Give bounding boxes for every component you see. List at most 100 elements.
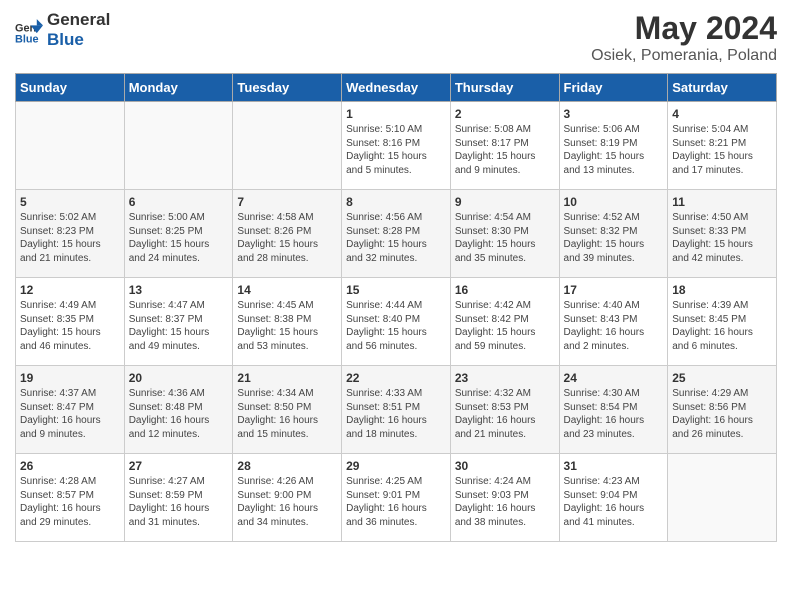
day-number: 22 [346,371,446,385]
day-number: 19 [20,371,120,385]
header-sunday: Sunday [16,74,125,102]
cell-info: Sunrise: 4:58 AM Sunset: 8:26 PM Dayligh… [237,211,337,265]
logo-line1: General [47,10,110,30]
cell-info: Sunrise: 4:39 AM Sunset: 8:45 PM Dayligh… [672,299,772,353]
cell-1-6: 3 Sunrise: 5:06 AM Sunset: 8:19 PM Daylig… [559,102,668,190]
cell-info: Sunrise: 5:02 AM Sunset: 8:23 PM Dayligh… [20,211,120,265]
day-number: 7 [237,195,337,209]
cell-1-2 [124,102,233,190]
cell-info: Sunrise: 4:23 AM Sunset: 9:04 PM Dayligh… [564,475,664,529]
cell-5-7 [668,454,777,542]
day-number: 1 [346,107,446,121]
subtitle: Osiek, Pomerania, Poland [591,47,777,65]
cell-info: Sunrise: 4:27 AM Sunset: 8:59 PM Dayligh… [129,475,229,529]
week-row-4: 19 Sunrise: 4:37 AM Sunset: 8:47 PM Dayli… [16,366,777,454]
cell-1-5: 2 Sunrise: 5:08 AM Sunset: 8:17 PM Daylig… [450,102,559,190]
day-number: 27 [129,459,229,473]
cell-4-7: 25 Sunrise: 4:29 AM Sunset: 8:56 PM Dayli… [668,366,777,454]
cell-info: Sunrise: 5:10 AM Sunset: 8:16 PM Dayligh… [346,123,446,177]
cell-info: Sunrise: 5:08 AM Sunset: 8:17 PM Dayligh… [455,123,555,177]
cell-1-7: 4 Sunrise: 5:04 AM Sunset: 8:21 PM Daylig… [668,102,777,190]
day-number: 30 [455,459,555,473]
logo-icon: Gen Blue [15,16,43,44]
day-number: 26 [20,459,120,473]
cell-3-1: 12 Sunrise: 4:49 AM Sunset: 8:35 PM Dayli… [16,278,125,366]
day-number: 8 [346,195,446,209]
day-number: 23 [455,371,555,385]
cell-2-6: 10Sunrise: 4:52 AM Sunset: 8:32 PM Dayli… [559,190,668,278]
cell-info: Sunrise: 4:29 AM Sunset: 8:56 PM Dayligh… [672,387,772,441]
cell-5-2: 27 Sunrise: 4:27 AM Sunset: 8:59 PM Dayli… [124,454,233,542]
cell-info: Sunrise: 4:25 AM Sunset: 9:01 PM Dayligh… [346,475,446,529]
cell-info: Sunrise: 4:33 AM Sunset: 8:51 PM Dayligh… [346,387,446,441]
header-thursday: Thursday [450,74,559,102]
day-number: 5 [20,195,120,209]
day-number: 6 [129,195,229,209]
cell-4-4: 22 Sunrise: 4:33 AM Sunset: 8:51 PM Dayli… [342,366,451,454]
cell-info: Sunrise: 4:44 AM Sunset: 8:40 PM Dayligh… [346,299,446,353]
cell-info: Sunrise: 4:42 AM Sunset: 8:42 PM Dayligh… [455,299,555,353]
logo-line2: Blue [47,30,110,50]
day-number: 12 [20,283,120,297]
logo: Gen Blue General Blue [15,10,110,51]
cell-info: Sunrise: 4:37 AM Sunset: 8:47 PM Dayligh… [20,387,120,441]
header-monday: Monday [124,74,233,102]
cell-info: Sunrise: 4:32 AM Sunset: 8:53 PM Dayligh… [455,387,555,441]
cell-info: Sunrise: 4:40 AM Sunset: 8:43 PM Dayligh… [564,299,664,353]
cell-info: Sunrise: 4:56 AM Sunset: 8:28 PM Dayligh… [346,211,446,265]
day-number: 25 [672,371,772,385]
header-friday: Friday [559,74,668,102]
cell-4-2: 20 Sunrise: 4:36 AM Sunset: 8:48 PM Dayli… [124,366,233,454]
cell-2-4: 8 Sunrise: 4:56 AM Sunset: 8:28 PM Daylig… [342,190,451,278]
cell-info: Sunrise: 4:50 AM Sunset: 8:33 PM Dayligh… [672,211,772,265]
cell-5-3: 28Sunrise: 4:26 AM Sunset: 9:00 PM Dayli… [233,454,342,542]
day-number: 9 [455,195,555,209]
cell-4-1: 19 Sunrise: 4:37 AM Sunset: 8:47 PM Dayli… [16,366,125,454]
cell-info: Sunrise: 4:49 AM Sunset: 8:35 PM Dayligh… [20,299,120,353]
day-number: 14 [237,283,337,297]
cell-info: Sunrise: 4:45 AM Sunset: 8:38 PM Dayligh… [237,299,337,353]
header-wednesday: Wednesday [342,74,451,102]
cell-info: Sunrise: 4:47 AM Sunset: 8:37 PM Dayligh… [129,299,229,353]
day-number: 29 [346,459,446,473]
header-saturday: Saturday [668,74,777,102]
cell-info: Sunrise: 4:28 AM Sunset: 8:57 PM Dayligh… [20,475,120,529]
cell-4-5: 23 Sunrise: 4:32 AM Sunset: 8:53 PM Dayli… [450,366,559,454]
week-row-1: 1 Sunrise: 5:10 AM Sunset: 8:16 PM Daylig… [16,102,777,190]
day-number: 31 [564,459,664,473]
day-number: 28 [237,459,337,473]
day-number: 20 [129,371,229,385]
cell-4-6: 24 Sunrise: 4:30 AM Sunset: 8:54 PM Dayli… [559,366,668,454]
day-number: 2 [455,107,555,121]
cell-info: Sunrise: 4:30 AM Sunset: 8:54 PM Dayligh… [564,387,664,441]
cell-2-2: 6Sunrise: 5:00 AM Sunset: 8:25 PM Daylig… [124,190,233,278]
day-number: 16 [455,283,555,297]
cell-info: Sunrise: 4:54 AM Sunset: 8:30 PM Dayligh… [455,211,555,265]
cell-info: Sunrise: 5:04 AM Sunset: 8:21 PM Dayligh… [672,123,772,177]
day-number: 24 [564,371,664,385]
day-number: 11 [672,195,772,209]
cell-5-1: 26 Sunrise: 4:28 AM Sunset: 8:57 PM Dayli… [16,454,125,542]
cell-5-4: 29 Sunrise: 4:25 AM Sunset: 9:01 PM Dayli… [342,454,451,542]
calendar-table: SundayMondayTuesdayWednesdayThursdayFrid… [15,73,777,542]
title-block: May 2024 Osiek, Pomerania, Poland [591,10,777,65]
cell-5-6: 31 Sunrise: 4:23 AM Sunset: 9:04 PM Dayli… [559,454,668,542]
day-number: 4 [672,107,772,121]
cell-1-1 [16,102,125,190]
cell-3-5: 16 Sunrise: 4:42 AM Sunset: 8:42 PM Dayli… [450,278,559,366]
cell-4-3: 21 Sunrise: 4:34 AM Sunset: 8:50 PM Dayli… [233,366,342,454]
cell-info: Sunrise: 5:06 AM Sunset: 8:19 PM Dayligh… [564,123,664,177]
day-number: 17 [564,283,664,297]
day-number: 3 [564,107,664,121]
page-header: Gen Blue General Blue May 2024 Osiek, Po… [15,10,777,65]
cell-3-6: 17 Sunrise: 4:40 AM Sunset: 8:43 PM Dayli… [559,278,668,366]
day-number: 21 [237,371,337,385]
cell-info: Sunrise: 4:34 AM Sunset: 8:50 PM Dayligh… [237,387,337,441]
week-row-3: 12 Sunrise: 4:49 AM Sunset: 8:35 PM Dayli… [16,278,777,366]
cell-3-2: 13Sunrise: 4:47 AM Sunset: 8:37 PM Dayli… [124,278,233,366]
cell-3-3: 14 Sunrise: 4:45 AM Sunset: 8:38 PM Dayli… [233,278,342,366]
cell-info: Sunrise: 4:24 AM Sunset: 9:03 PM Dayligh… [455,475,555,529]
cell-2-1: 5 Sunrise: 5:02 AM Sunset: 8:23 PM Daylig… [16,190,125,278]
cell-2-5: 9 Sunrise: 4:54 AM Sunset: 8:30 PM Daylig… [450,190,559,278]
cell-info: Sunrise: 4:36 AM Sunset: 8:48 PM Dayligh… [129,387,229,441]
